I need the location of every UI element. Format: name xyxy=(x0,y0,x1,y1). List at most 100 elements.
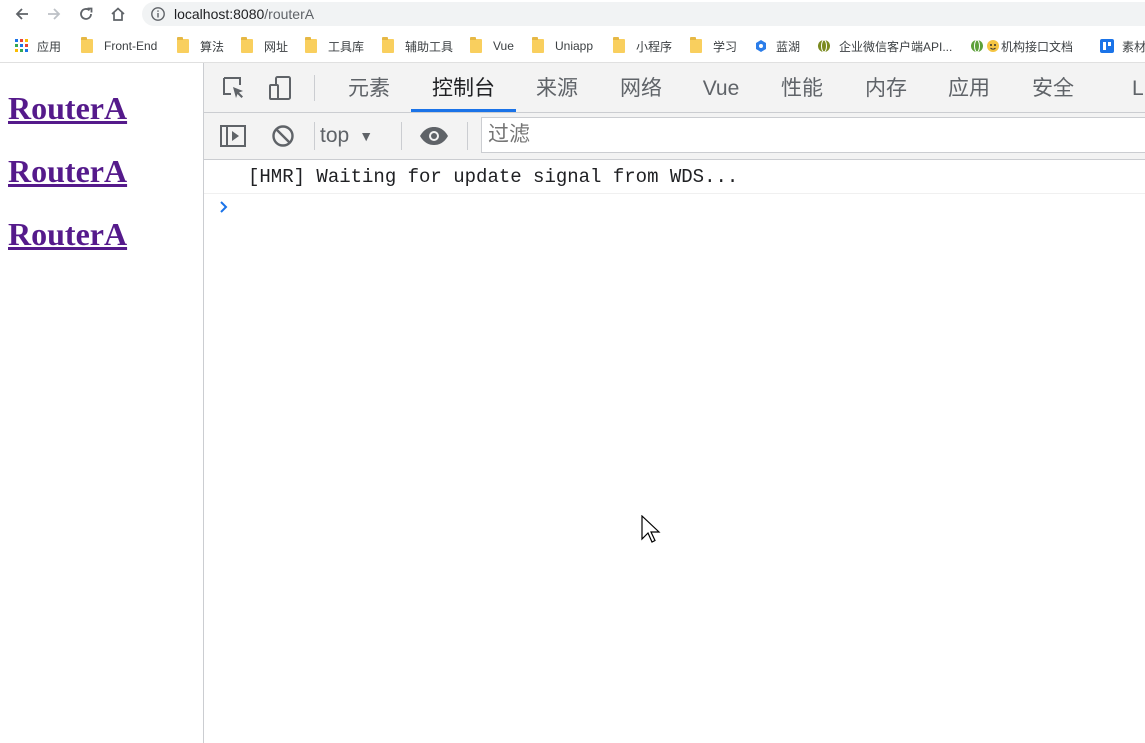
url-path: /routerA xyxy=(264,6,315,22)
bookmark-sites[interactable]: 网址 xyxy=(241,37,289,54)
home-button[interactable] xyxy=(108,4,128,24)
tab-memory[interactable]: 内存 xyxy=(861,63,911,112)
tab-lighthouse[interactable]: Li xyxy=(1132,63,1145,112)
tab-console[interactable]: 控制台 xyxy=(411,63,516,112)
folder-icon xyxy=(690,37,702,53)
clear-console-button[interactable] xyxy=(268,121,298,151)
reload-button[interactable] xyxy=(76,4,96,24)
arrow-right-icon xyxy=(48,8,61,20)
console-message: [HMR] Waiting for update signal from WDS… xyxy=(204,160,1145,194)
emoji-icon xyxy=(987,40,999,52)
folder-icon xyxy=(305,37,317,53)
bookmark-vue[interactable]: Vue xyxy=(470,37,514,54)
router-link[interactable]: RouterA xyxy=(8,216,127,252)
filter-input[interactable] xyxy=(481,117,1145,153)
bookmark-label: Front-End xyxy=(104,39,158,53)
console-toolbar: top ▼ xyxy=(204,113,1145,160)
bookmarks-bar: 应用 Front-End 算法 网址 工具库 辅助工具 Vue Uniapp 小… xyxy=(0,32,1145,60)
browser-toolbar: localhost:8080/routerA xyxy=(0,0,1145,28)
devtools-panel: 元素 控制台 来源 网络 Vue 性能 内存 应用 安全 Li top ▼ [H… xyxy=(203,63,1145,743)
bookmark-front-end[interactable]: Front-End xyxy=(81,37,158,54)
bookmark-libraries[interactable]: 工具库 xyxy=(305,37,365,54)
context-label: top xyxy=(320,124,350,147)
bookmark-tools[interactable]: 辅助工具 xyxy=(382,37,454,54)
bookmark-api-docs[interactable]: 机构接口文档 xyxy=(970,38,1073,54)
toolbar-divider xyxy=(314,75,315,101)
forward-button[interactable] xyxy=(44,4,64,24)
bookmark-label: Uniapp xyxy=(555,39,594,53)
live-expression-button[interactable] xyxy=(419,121,449,151)
url-text: localhost:8080/routerA xyxy=(174,6,314,22)
mouse-cursor-icon xyxy=(641,515,661,543)
bookmark-label: 企业微信客户端API... xyxy=(839,39,953,54)
folder-icon xyxy=(613,37,625,53)
console-message-text: [HMR] Waiting for update signal from WDS… xyxy=(248,166,739,188)
bookmark-label: 网址 xyxy=(264,39,289,54)
console-output: [HMR] Waiting for update signal from WDS… xyxy=(204,160,1145,743)
tab-application[interactable]: 应用 xyxy=(944,63,994,112)
toggle-sidebar-button[interactable] xyxy=(218,121,248,151)
block-icon xyxy=(272,125,294,147)
arrow-left-icon xyxy=(15,8,28,20)
address-bar[interactable]: localhost:8080/routerA xyxy=(142,2,1145,26)
router-link[interactable]: RouterA xyxy=(8,153,127,189)
folder-icon xyxy=(382,37,394,53)
folder-icon xyxy=(532,37,544,53)
lanhu-icon xyxy=(756,40,766,52)
eye-icon xyxy=(420,127,448,145)
chevron-right-icon xyxy=(220,201,228,213)
app-icon xyxy=(1100,39,1114,53)
tab-elements[interactable]: 元素 xyxy=(342,63,396,112)
folder-icon xyxy=(470,37,482,53)
folder-icon xyxy=(81,37,93,53)
sidebar-play-icon xyxy=(220,125,246,147)
router-link[interactable]: RouterA xyxy=(8,90,127,126)
apps-grid-icon xyxy=(15,39,28,52)
toolbar-divider xyxy=(467,122,468,150)
inspect-cursor-icon xyxy=(223,77,243,98)
bookmark-label: Vue xyxy=(493,39,514,53)
bookmark-label: 机构接口文档 xyxy=(1001,39,1074,54)
bookmark-label: 蓝湖 xyxy=(776,39,801,54)
globe-icon xyxy=(818,39,830,53)
home-icon xyxy=(111,7,125,21)
bookmark-uniapp[interactable]: Uniapp xyxy=(532,37,594,54)
toolbar-divider xyxy=(401,122,402,150)
folder-icon xyxy=(241,37,253,53)
tab-sources[interactable]: 来源 xyxy=(532,63,582,112)
globe-icon xyxy=(971,39,983,53)
bookmark-label: 应用 xyxy=(37,39,62,54)
dropdown-triangle-icon: ▼ xyxy=(359,128,374,144)
bookmark-label: 工具库 xyxy=(328,39,365,54)
device-icon xyxy=(269,76,291,100)
back-button[interactable] xyxy=(12,4,32,24)
bookmark-wecom-api[interactable]: 企业微信客户端API... xyxy=(817,38,952,54)
bookmark-label: 素材 xyxy=(1122,39,1145,54)
url-host: localhost:8080 xyxy=(174,6,265,22)
bookmark-label: 辅助工具 xyxy=(405,39,454,54)
bookmark-study[interactable]: 学习 xyxy=(690,37,738,54)
active-tab-indicator xyxy=(411,109,516,112)
tab-network[interactable]: 网络 xyxy=(616,63,666,112)
bookmark-lanhu[interactable]: 蓝湖 xyxy=(754,38,800,54)
info-icon[interactable] xyxy=(150,6,166,22)
page-content: RouterA RouterA RouterA xyxy=(0,63,203,743)
bookmark-label: 小程序 xyxy=(636,39,673,54)
console-prompt[interactable] xyxy=(218,200,238,220)
bookmark-assets[interactable]: 素材 xyxy=(1100,38,1145,54)
inspect-element-button[interactable] xyxy=(219,73,249,103)
context-selector[interactable]: top ▼ xyxy=(320,121,373,151)
bookmark-algorithms[interactable]: 算法 xyxy=(177,37,225,54)
bookmark-label: 算法 xyxy=(200,39,225,54)
device-toolbar-button[interactable] xyxy=(266,73,296,103)
folder-icon xyxy=(177,37,189,53)
toolbar-divider xyxy=(314,122,315,150)
bookmark-label: 学习 xyxy=(713,39,738,54)
tab-performance[interactable]: 性能 xyxy=(777,63,827,112)
bookmark-apps[interactable]: 应用 xyxy=(15,38,61,54)
devtools-tabbar: 元素 控制台 来源 网络 Vue 性能 内存 应用 安全 Li xyxy=(204,63,1145,113)
tab-vue[interactable]: Vue xyxy=(699,63,743,112)
tab-security[interactable]: 安全 xyxy=(1028,63,1078,112)
reload-icon xyxy=(80,7,93,20)
bookmark-miniprogram[interactable]: 小程序 xyxy=(613,37,673,54)
